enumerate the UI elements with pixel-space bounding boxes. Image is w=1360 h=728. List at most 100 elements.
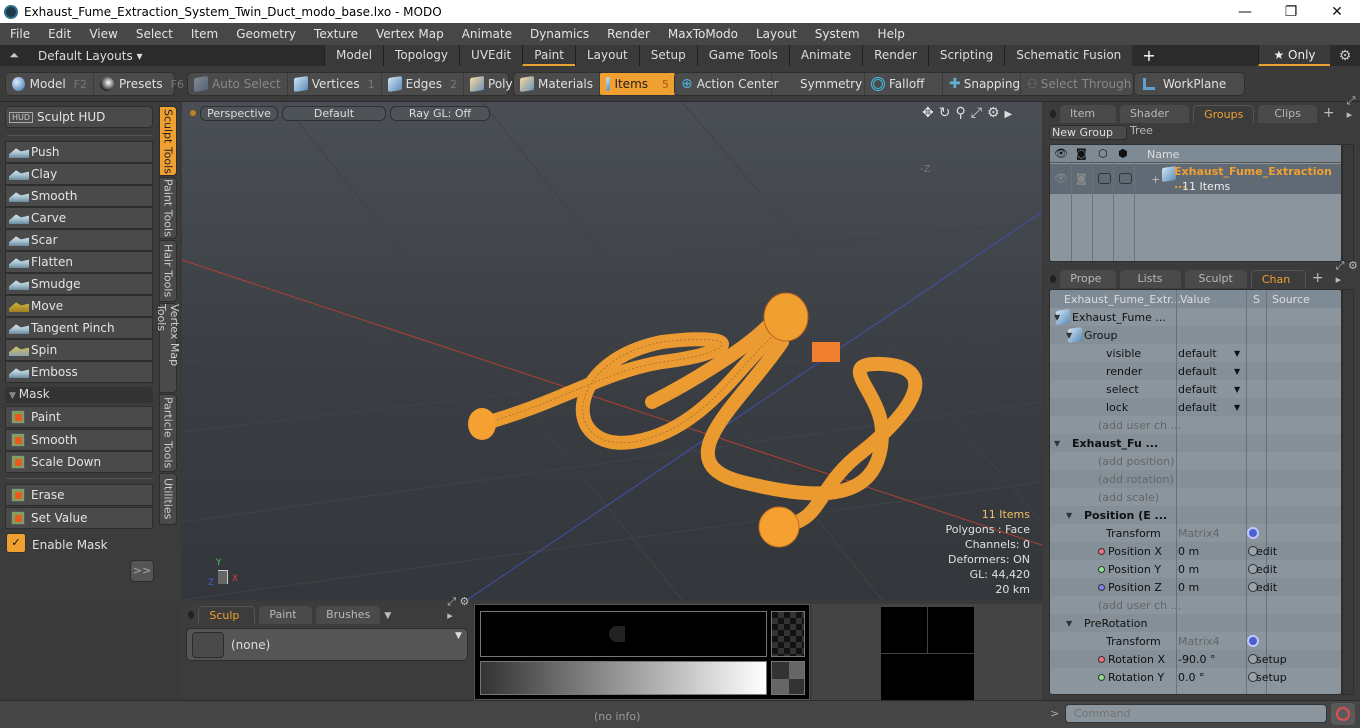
layout-tab-model[interactable]: Model [324, 45, 384, 66]
vtab-hair-tools[interactable]: Hair Tools [159, 240, 177, 302]
visibility-eye-icon[interactable]: 👁 [1054, 147, 1068, 160]
tab-item-list[interactable]: Item List [1060, 105, 1116, 137]
layout-tab-paint[interactable]: Paint [522, 45, 575, 66]
channel-value[interactable]: Matrix4 [1178, 527, 1220, 540]
tool-tangent-pinch[interactable]: Tangent Pinch [5, 317, 153, 339]
render-camera-icon[interactable]: ◙ [1076, 147, 1087, 160]
vtab-particle-tools[interactable]: Particle Tools [159, 394, 177, 472]
tool-push[interactable]: Push [5, 141, 153, 163]
channel-row[interactable]: Position Y 0 m edit [1050, 560, 1341, 578]
items-button[interactable]: Items 5 [600, 73, 676, 95]
vertices-button[interactable]: Vertices 1 [288, 73, 382, 95]
channel-row[interactable]: ▼ PreRotation [1050, 614, 1341, 632]
gear-icon[interactable] [1247, 527, 1259, 539]
menu-item[interactable]: Item [181, 27, 226, 41]
add-tab-button[interactable]: + [1323, 105, 1335, 121]
only-favorites-button[interactable]: ★ Only [1258, 45, 1330, 66]
more-button[interactable]: >> [130, 560, 154, 582]
collapse-arrow-icon[interactable]: ⏶ [0, 48, 28, 63]
grayscale-gradient[interactable] [480, 661, 767, 695]
tab-paint-presets[interactable]: Paint ... [259, 606, 313, 638]
channel-row[interactable]: ▼ Exhaust_Fume ... [1050, 308, 1341, 326]
channels-name-header[interactable]: Exhaust_Fume_Extr... [1064, 293, 1181, 306]
channel-row[interactable]: Transform Matrix4 [1050, 632, 1341, 650]
tab-brushes[interactable]: Brushes [316, 606, 381, 624]
auto-select-button[interactable]: Auto Select [188, 73, 288, 95]
channel-value[interactable]: Matrix4 [1178, 635, 1220, 648]
checker-swatch[interactable] [771, 661, 805, 695]
rotate-icon[interactable]: ↻ [939, 105, 956, 121]
enable-mask-checkbox[interactable]: ✓ [6, 533, 26, 553]
channel-value[interactable]: default [1178, 401, 1217, 414]
row-render-icon[interactable]: ◙ [1076, 172, 1087, 185]
tab-sculpt-presets[interactable]: Sculp ... [198, 606, 256, 639]
menu-edit[interactable]: Edit [38, 27, 79, 41]
channel-value[interactable]: default [1178, 383, 1217, 396]
3d-viewport[interactable]: Perspective Default Ray GL: Off ✥↻⚲⤢⚙▶ -… [182, 102, 1042, 600]
menu-dynamics[interactable]: Dynamics [520, 27, 597, 41]
mask-tool-scale-down[interactable]: Scale Down [5, 451, 153, 473]
materials-button[interactable]: Materials [514, 73, 601, 95]
close-button[interactable]: ✕ [1314, 4, 1360, 20]
gear-icon[interactable]: ⚙ [987, 105, 1005, 121]
row-lock-toggle[interactable] [1119, 173, 1132, 184]
menu-select[interactable]: Select [126, 27, 181, 41]
tool-carve[interactable]: Carve [5, 207, 153, 229]
chevron-right-icon[interactable]: ▶ [1005, 109, 1018, 120]
value-dropdown-icon[interactable]: ▼ [1234, 367, 1240, 376]
tab-sculpt[interactable]: Sculpt [1184, 270, 1247, 288]
mask-tool-paint[interactable]: Paint [5, 406, 153, 428]
maximize-button[interactable]: ❐ [1268, 4, 1314, 20]
select-cube-icon[interactable]: ⬡ [1098, 147, 1108, 160]
presets-button[interactable]: Presets F6 [94, 73, 190, 95]
channel-row[interactable]: visible default ▼ [1050, 344, 1341, 362]
channel-row[interactable]: (add user ch ... [1050, 416, 1341, 434]
model-button[interactable]: Model F2 [6, 73, 94, 95]
new-group-button[interactable]: New Group [1049, 125, 1127, 140]
add-tab-button[interactable]: + [1312, 270, 1324, 286]
expand-triangle-icon[interactable]: ▼ [1054, 313, 1060, 322]
pan-icon[interactable]: ✥ [922, 105, 939, 121]
menu-vertex-map[interactable]: Vertex Map [366, 27, 452, 41]
layout-tab-topology[interactable]: Topology [383, 45, 460, 66]
lock-cube-icon[interactable]: ⬢ [1118, 147, 1128, 160]
menu-file[interactable]: File [0, 27, 38, 41]
menu-texture[interactable]: Texture [304, 27, 366, 41]
channel-row[interactable]: (add position) [1050, 452, 1341, 470]
tab-shader-tree[interactable]: Shader Tree [1119, 105, 1190, 137]
tool-smooth[interactable]: Smooth [5, 185, 153, 207]
action-center-button[interactable]: ⊕ Action Center [675, 73, 779, 95]
mask-tool-smooth[interactable]: Smooth [5, 429, 153, 451]
menu-help[interactable]: Help [868, 27, 913, 41]
channel-row[interactable]: render default ▼ [1050, 362, 1341, 380]
alpha-swatch[interactable] [771, 611, 805, 657]
value-dropdown-icon[interactable]: ▼ [1234, 349, 1240, 358]
menu-animate[interactable]: Animate [452, 27, 520, 41]
panel-options-icons[interactable]: ⤢ ⚙ ▸ [447, 595, 472, 622]
channel-value[interactable]: 0.0 ° [1178, 671, 1205, 684]
menu-view[interactable]: View [79, 27, 125, 41]
channel-row[interactable]: select default ▼ [1050, 380, 1341, 398]
select-through-button[interactable]: ⚇ Select Through [1021, 73, 1131, 95]
menu-maxtomodo[interactable]: MaxToModo [658, 27, 746, 41]
color-swatch-primary[interactable] [480, 611, 767, 657]
expand-triangle-icon[interactable]: ▼ [1066, 511, 1072, 520]
tool-flatten[interactable]: Flatten [5, 251, 153, 273]
tab-clips[interactable]: Clips [1258, 105, 1317, 123]
channel-row[interactable]: ▼ Group [1050, 326, 1341, 344]
command-input[interactable] [1065, 704, 1327, 723]
mask-tool-erase[interactable]: Erase [5, 484, 153, 506]
tab-lists[interactable]: Lists [1119, 270, 1181, 288]
add-layout-button[interactable]: + [1132, 46, 1165, 65]
channel-row[interactable]: Rotation X -90.0 ° setup [1050, 650, 1341, 668]
expand-plus-icon[interactable]: + [1151, 173, 1160, 186]
menu-render[interactable]: Render [597, 27, 658, 41]
symmetry-button[interactable]: Symmetry [772, 73, 865, 95]
channel-row[interactable]: Position Z 0 m edit [1050, 578, 1341, 596]
zoom-icon[interactable]: ⚲ [955, 105, 970, 121]
layout-tab-setup[interactable]: Setup [638, 45, 697, 66]
preset-selector[interactable]: (none) ▼ [186, 628, 468, 661]
layout-tab-animate[interactable]: Animate [788, 45, 863, 66]
raygl-button[interactable]: Ray GL: Off [390, 106, 490, 121]
tool-clay[interactable]: Clay [5, 163, 153, 185]
